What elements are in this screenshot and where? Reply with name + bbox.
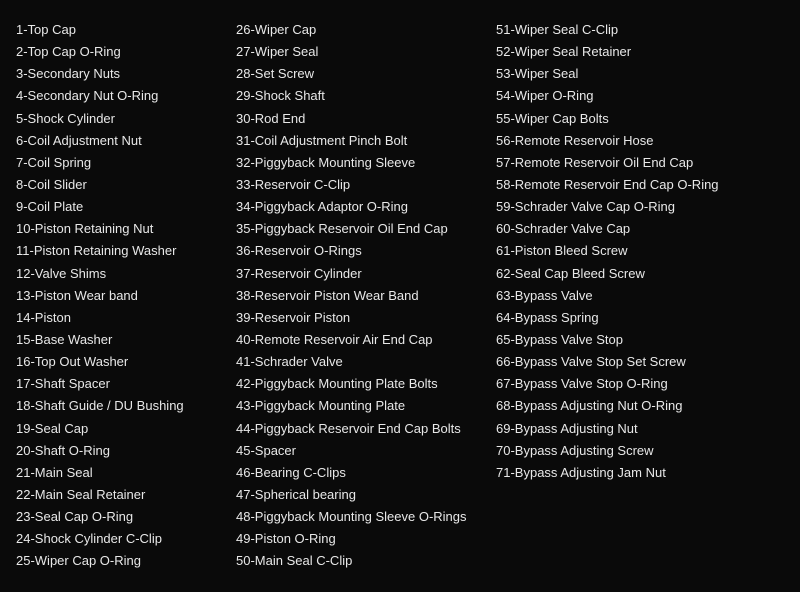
list-item: 40-Remote Reservoir Air End Cap: [236, 330, 496, 350]
list-item: 32-Piggyback Mounting Sleeve: [236, 153, 496, 173]
list-item: 69-Bypass Adjusting Nut: [496, 419, 756, 439]
list-item: 57-Remote Reservoir Oil End Cap: [496, 153, 756, 173]
list-item: 64-Bypass Spring: [496, 308, 756, 328]
list-item: 3-Secondary Nuts: [16, 64, 236, 84]
list-item: 51-Wiper Seal C-Clip: [496, 20, 756, 40]
list-item: 20-Shaft O-Ring: [16, 441, 236, 461]
list-item: 19-Seal Cap: [16, 419, 236, 439]
list-item: 28-Set Screw: [236, 64, 496, 84]
list-item: 45-Spacer: [236, 441, 496, 461]
list-item: 34-Piggyback Adaptor O-Ring: [236, 197, 496, 217]
list-item: 8-Coil Slider: [16, 175, 236, 195]
list-item: 49-Piston O-Ring: [236, 529, 496, 549]
list-item: 30-Rod End: [236, 109, 496, 129]
list-item: 55-Wiper Cap Bolts: [496, 109, 756, 129]
list-item: 56-Remote Reservoir Hose: [496, 131, 756, 151]
column-1: 1-Top Cap2-Top Cap O-Ring3-Secondary Nut…: [16, 20, 236, 572]
list-item: 61-Piston Bleed Screw: [496, 241, 756, 261]
list-item: 9-Coil Plate: [16, 197, 236, 217]
list-item: 24-Shock Cylinder C-Clip: [16, 529, 236, 549]
list-item: 6-Coil Adjustment Nut: [16, 131, 236, 151]
list-item: 13-Piston Wear band: [16, 286, 236, 306]
list-item: 27-Wiper Seal: [236, 42, 496, 62]
list-item: 11-Piston Retaining Washer: [16, 241, 236, 261]
list-item: 26-Wiper Cap: [236, 20, 496, 40]
list-item: 54-Wiper O-Ring: [496, 86, 756, 106]
column-3: 51-Wiper Seal C-Clip52-Wiper Seal Retain…: [496, 20, 756, 572]
list-item: 68-Bypass Adjusting Nut O-Ring: [496, 396, 756, 416]
list-item: 15-Base Washer: [16, 330, 236, 350]
list-item: 65-Bypass Valve Stop: [496, 330, 756, 350]
list-item: 33-Reservoir C-Clip: [236, 175, 496, 195]
list-item: 50-Main Seal C-Clip: [236, 551, 496, 571]
list-item: 48-Piggyback Mounting Sleeve O-Rings: [236, 507, 496, 527]
list-item: 22-Main Seal Retainer: [16, 485, 236, 505]
list-item: 67-Bypass Valve Stop O-Ring: [496, 374, 756, 394]
list-item: 17-Shaft Spacer: [16, 374, 236, 394]
list-item: 18-Shaft Guide / DU Bushing: [16, 396, 236, 416]
list-item: 38-Reservoir Piston Wear Band: [236, 286, 496, 306]
column-2: 26-Wiper Cap27-Wiper Seal28-Set Screw29-…: [236, 20, 496, 572]
list-item: 12-Valve Shims: [16, 264, 236, 284]
list-item: 58-Remote Reservoir End Cap O-Ring: [496, 175, 756, 195]
list-item: 52-Wiper Seal Retainer: [496, 42, 756, 62]
list-item: 21-Main Seal: [16, 463, 236, 483]
list-item: 25-Wiper Cap O-Ring: [16, 551, 236, 571]
list-item: 2-Top Cap O-Ring: [16, 42, 236, 62]
list-item: 23-Seal Cap O-Ring: [16, 507, 236, 527]
list-item: 37-Reservoir Cylinder: [236, 264, 496, 284]
list-item: 16-Top Out Washer: [16, 352, 236, 372]
list-item: 59-Schrader Valve Cap O-Ring: [496, 197, 756, 217]
list-item: 1-Top Cap: [16, 20, 236, 40]
list-item: 41-Schrader Valve: [236, 352, 496, 372]
list-item: 4-Secondary Nut O-Ring: [16, 86, 236, 106]
list-item: 5-Shock Cylinder: [16, 109, 236, 129]
list-item: 35-Piggyback Reservoir Oil End Cap: [236, 219, 496, 239]
list-item: 39-Reservoir Piston: [236, 308, 496, 328]
list-item: 43-Piggyback Mounting Plate: [236, 396, 496, 416]
list-item: 42-Piggyback Mounting Plate Bolts: [236, 374, 496, 394]
list-item: 53-Wiper Seal: [496, 64, 756, 84]
list-item: 29-Shock Shaft: [236, 86, 496, 106]
list-item: 66-Bypass Valve Stop Set Screw: [496, 352, 756, 372]
list-item: 63-Bypass Valve: [496, 286, 756, 306]
list-item: 36-Reservoir O-Rings: [236, 241, 496, 261]
parts-list: 1-Top Cap2-Top Cap O-Ring3-Secondary Nut…: [16, 20, 784, 572]
list-item: 14-Piston: [16, 308, 236, 328]
list-item: 31-Coil Adjustment Pinch Bolt: [236, 131, 496, 151]
list-item: 62-Seal Cap Bleed Screw: [496, 264, 756, 284]
list-item: 46-Bearing C-Clips: [236, 463, 496, 483]
list-item: 7-Coil Spring: [16, 153, 236, 173]
list-item: 10-Piston Retaining Nut: [16, 219, 236, 239]
list-item: 47-Spherical bearing: [236, 485, 496, 505]
list-item: 44-Piggyback Reservoir End Cap Bolts: [236, 419, 496, 439]
list-item: 60-Schrader Valve Cap: [496, 219, 756, 239]
list-item: 71-Bypass Adjusting Jam Nut: [496, 463, 756, 483]
list-item: 70-Bypass Adjusting Screw: [496, 441, 756, 461]
